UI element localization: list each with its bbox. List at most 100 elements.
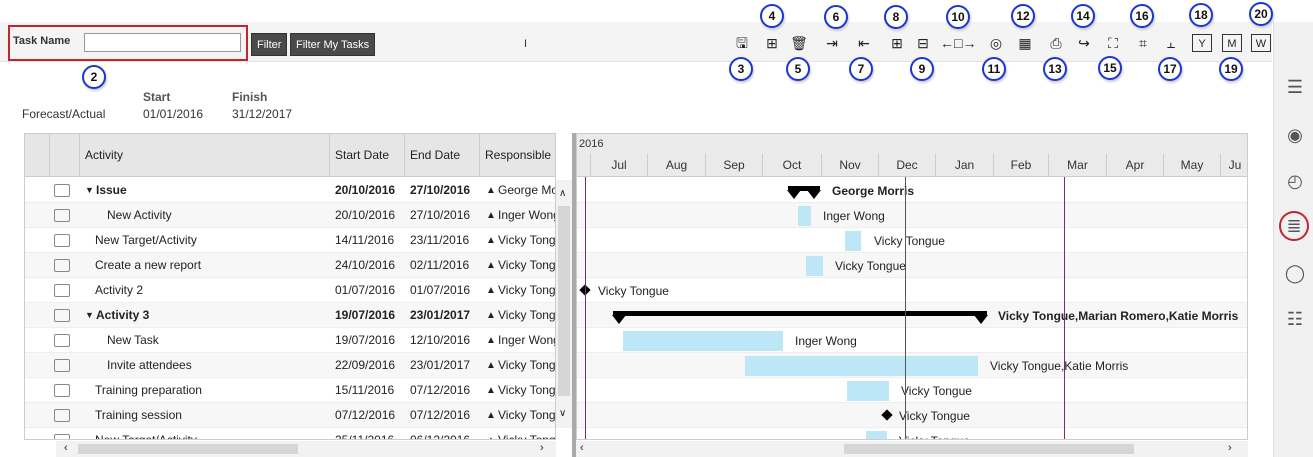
table-row[interactable]: Training session 07/12/2016 07/12/2016 Vick… — [25, 403, 555, 428]
table-row[interactable]: ▼ Issue 20/10/2016 27/10/2016 George Mo ▲ — [25, 178, 555, 203]
gantt-bar-label: Vicky Tongue,Katie Morris — [990, 359, 1129, 373]
gantt-task-bar[interactable] — [806, 256, 823, 276]
baseline-icon[interactable]: ⫠ — [1161, 34, 1181, 52]
table-row[interactable]: Create a new report 24/10/2016 02/11/2016 V… — [25, 253, 555, 278]
responsible-cell: Vicky Tongu — [498, 383, 556, 397]
person-icon: ▲ — [486, 185, 496, 196]
column-header-end-date[interactable]: End Date — [405, 134, 480, 177]
list-refresh-icon[interactable]: ☰ — [1282, 74, 1308, 100]
end-date-cell: 23/01/2017 — [410, 308, 471, 322]
column-header-start-date[interactable]: Start Date — [330, 134, 405, 177]
gantt-bar-label: Vicky Tongue — [874, 234, 945, 248]
collapse-icon[interactable]: ▼ — [85, 178, 94, 203]
week-view-icon[interactable]: W — [1251, 34, 1271, 52]
comment-icon[interactable] — [54, 359, 70, 372]
start-date-cell: 14/11/2016 — [335, 233, 395, 247]
scroll-down-icon[interactable]: ∨ — [559, 408, 566, 419]
gantt-month-label: Mar — [1048, 154, 1106, 177]
comment-icon[interactable] — [54, 209, 70, 222]
columns-icon[interactable]: ▦ — [1015, 34, 1035, 52]
table-row[interactable]: New Target/Activity 25/11/2016 06/12/2016 V… — [25, 428, 555, 440]
person-icon: ▲ — [486, 360, 496, 371]
eye-icon[interactable]: ◉ — [1282, 122, 1308, 148]
comment-icon[interactable] — [54, 234, 70, 247]
table-row[interactable]: Activity 2 01/07/2016 01/07/2016 Vicky Tong… — [25, 278, 555, 303]
filter-my-tasks-button[interactable]: Filter My Tasks — [290, 33, 376, 56]
indent-icon[interactable]: ⇥ — [820, 34, 844, 52]
gantt-task-bar[interactable] — [798, 206, 811, 226]
column-header-activity[interactable]: Activity — [80, 134, 330, 177]
grid-vertical-scrollbar[interactable]: ∧ ∨ — [556, 180, 572, 428]
comment-icon[interactable] — [54, 259, 70, 272]
move-up-icon[interactable]: ⊞ — [887, 34, 907, 52]
finish-value: 31/12/2017 — [232, 107, 293, 121]
clock-icon[interactable]: ◴ — [1282, 168, 1308, 194]
apps-icon[interactable]: ☷ — [1282, 306, 1308, 332]
gantt-task-bar[interactable] — [845, 231, 861, 251]
save-icon[interactable]: 🖫 — [732, 34, 752, 52]
gantt-scroll-left-icon[interactable]: ‹ — [580, 442, 584, 454]
grid-scroll-left-icon[interactable]: ‹ — [64, 442, 68, 454]
month-view-icon[interactable]: M — [1222, 34, 1242, 52]
comment-icon[interactable]: ◯ — [1282, 260, 1308, 286]
gantt-hscroll-thumb[interactable] — [844, 444, 1134, 454]
gantt-task-bar[interactable] — [623, 331, 783, 351]
comment-icon[interactable] — [54, 334, 70, 347]
comment-icon[interactable] — [54, 284, 70, 297]
gantt-task-bar[interactable] — [847, 381, 889, 401]
gantt-task-bar[interactable] — [866, 431, 887, 439]
table-row[interactable]: ▼ Activity 3 19/07/2016 23/01/2017 Vicky Ton… — [25, 303, 555, 328]
move-down-icon[interactable]: ⊟ — [913, 34, 933, 52]
gantt-task-bar[interactable] — [745, 356, 978, 376]
filter-button[interactable]: Filter — [251, 33, 288, 56]
gantt-row — [577, 278, 1247, 303]
gantt-month-label: Oct — [762, 154, 821, 177]
end-date-cell: 23/11/2016 — [410, 233, 470, 247]
table-row[interactable]: Invite attendees 22/09/2016 23/01/2017 Vick… — [25, 353, 555, 378]
grid-scroll-thumb[interactable] — [558, 206, 570, 396]
callout-13: 13 — [1043, 57, 1067, 81]
print-icon[interactable]: ⎙ — [1046, 34, 1066, 52]
comment-icon[interactable] — [54, 409, 70, 422]
table-row[interactable]: New Target/Activity 14/11/2016 23/11/2016 V… — [25, 228, 555, 253]
hide-icon[interactable]: ◎ — [986, 34, 1006, 52]
share-icon[interactable]: ↪ — [1074, 34, 1094, 52]
outdent-icon[interactable]: ⇤ — [852, 34, 876, 52]
grid-header-select[interactable] — [25, 134, 50, 177]
delete-icon[interactable]: 🗑 — [789, 34, 809, 52]
gantt-bar-label: Vicky Tongue — [899, 434, 970, 439]
activity-cell: New Target/Activity — [95, 433, 197, 440]
text-cursor: I — [524, 38, 528, 50]
add-icon[interactable]: ⊞ — [762, 34, 782, 52]
comment-icon[interactable] — [54, 184, 70, 197]
start-date-cell: 20/10/2016 — [335, 208, 396, 222]
comment-icon[interactable] — [54, 434, 70, 439]
table-row[interactable]: New Task 19/07/2016 12/10/2016 Inger Wong ▲ — [25, 328, 555, 353]
callout-20: 20 — [1249, 2, 1273, 26]
year-view-icon[interactable]: Y — [1192, 34, 1212, 52]
grid-scroll-right-icon[interactable]: › — [540, 442, 544, 454]
task-name-input[interactable] — [84, 33, 241, 52]
comment-icon[interactable] — [54, 309, 70, 322]
start-date-cell: 25/11/2016 — [335, 433, 395, 440]
expand-width-icon[interactable]: ←□→ — [940, 34, 976, 52]
comment-icon[interactable] — [54, 384, 70, 397]
gantt-scroll-right-icon[interactable]: › — [1228, 442, 1232, 454]
gantt-month-label: Jan — [935, 154, 993, 177]
fullscreen-icon[interactable]: ⛶ — [1103, 34, 1123, 52]
grid-horizontal-scrollbar[interactable]: ‹ › — [56, 441, 556, 457]
grid-icon[interactable]: ⌗ — [1133, 34, 1153, 52]
collapse-icon[interactable]: ▼ — [85, 303, 94, 328]
start-date-cell: 24/10/2016 — [335, 258, 396, 272]
grid-hscroll-thumb[interactable] — [78, 444, 298, 454]
gantt-month-label: Nov — [821, 154, 878, 177]
callout-17: 17 — [1158, 57, 1182, 81]
gantt-horizontal-scrollbar[interactable]: ‹ › — [576, 441, 1248, 457]
gantt-icon[interactable]: ≣ — [1279, 211, 1309, 241]
table-row[interactable]: New Activity 20/10/2016 27/10/2016 Inger Wo… — [25, 203, 555, 228]
callout-15: 15 — [1098, 56, 1122, 80]
scroll-up-icon[interactable]: ∧ — [559, 188, 566, 199]
table-row[interactable]: Training preparation 15/11/2016 07/12/2016… — [25, 378, 556, 403]
column-header-responsible[interactable]: Responsible — [480, 134, 555, 177]
gantt-summary-bar[interactable] — [613, 311, 987, 316]
